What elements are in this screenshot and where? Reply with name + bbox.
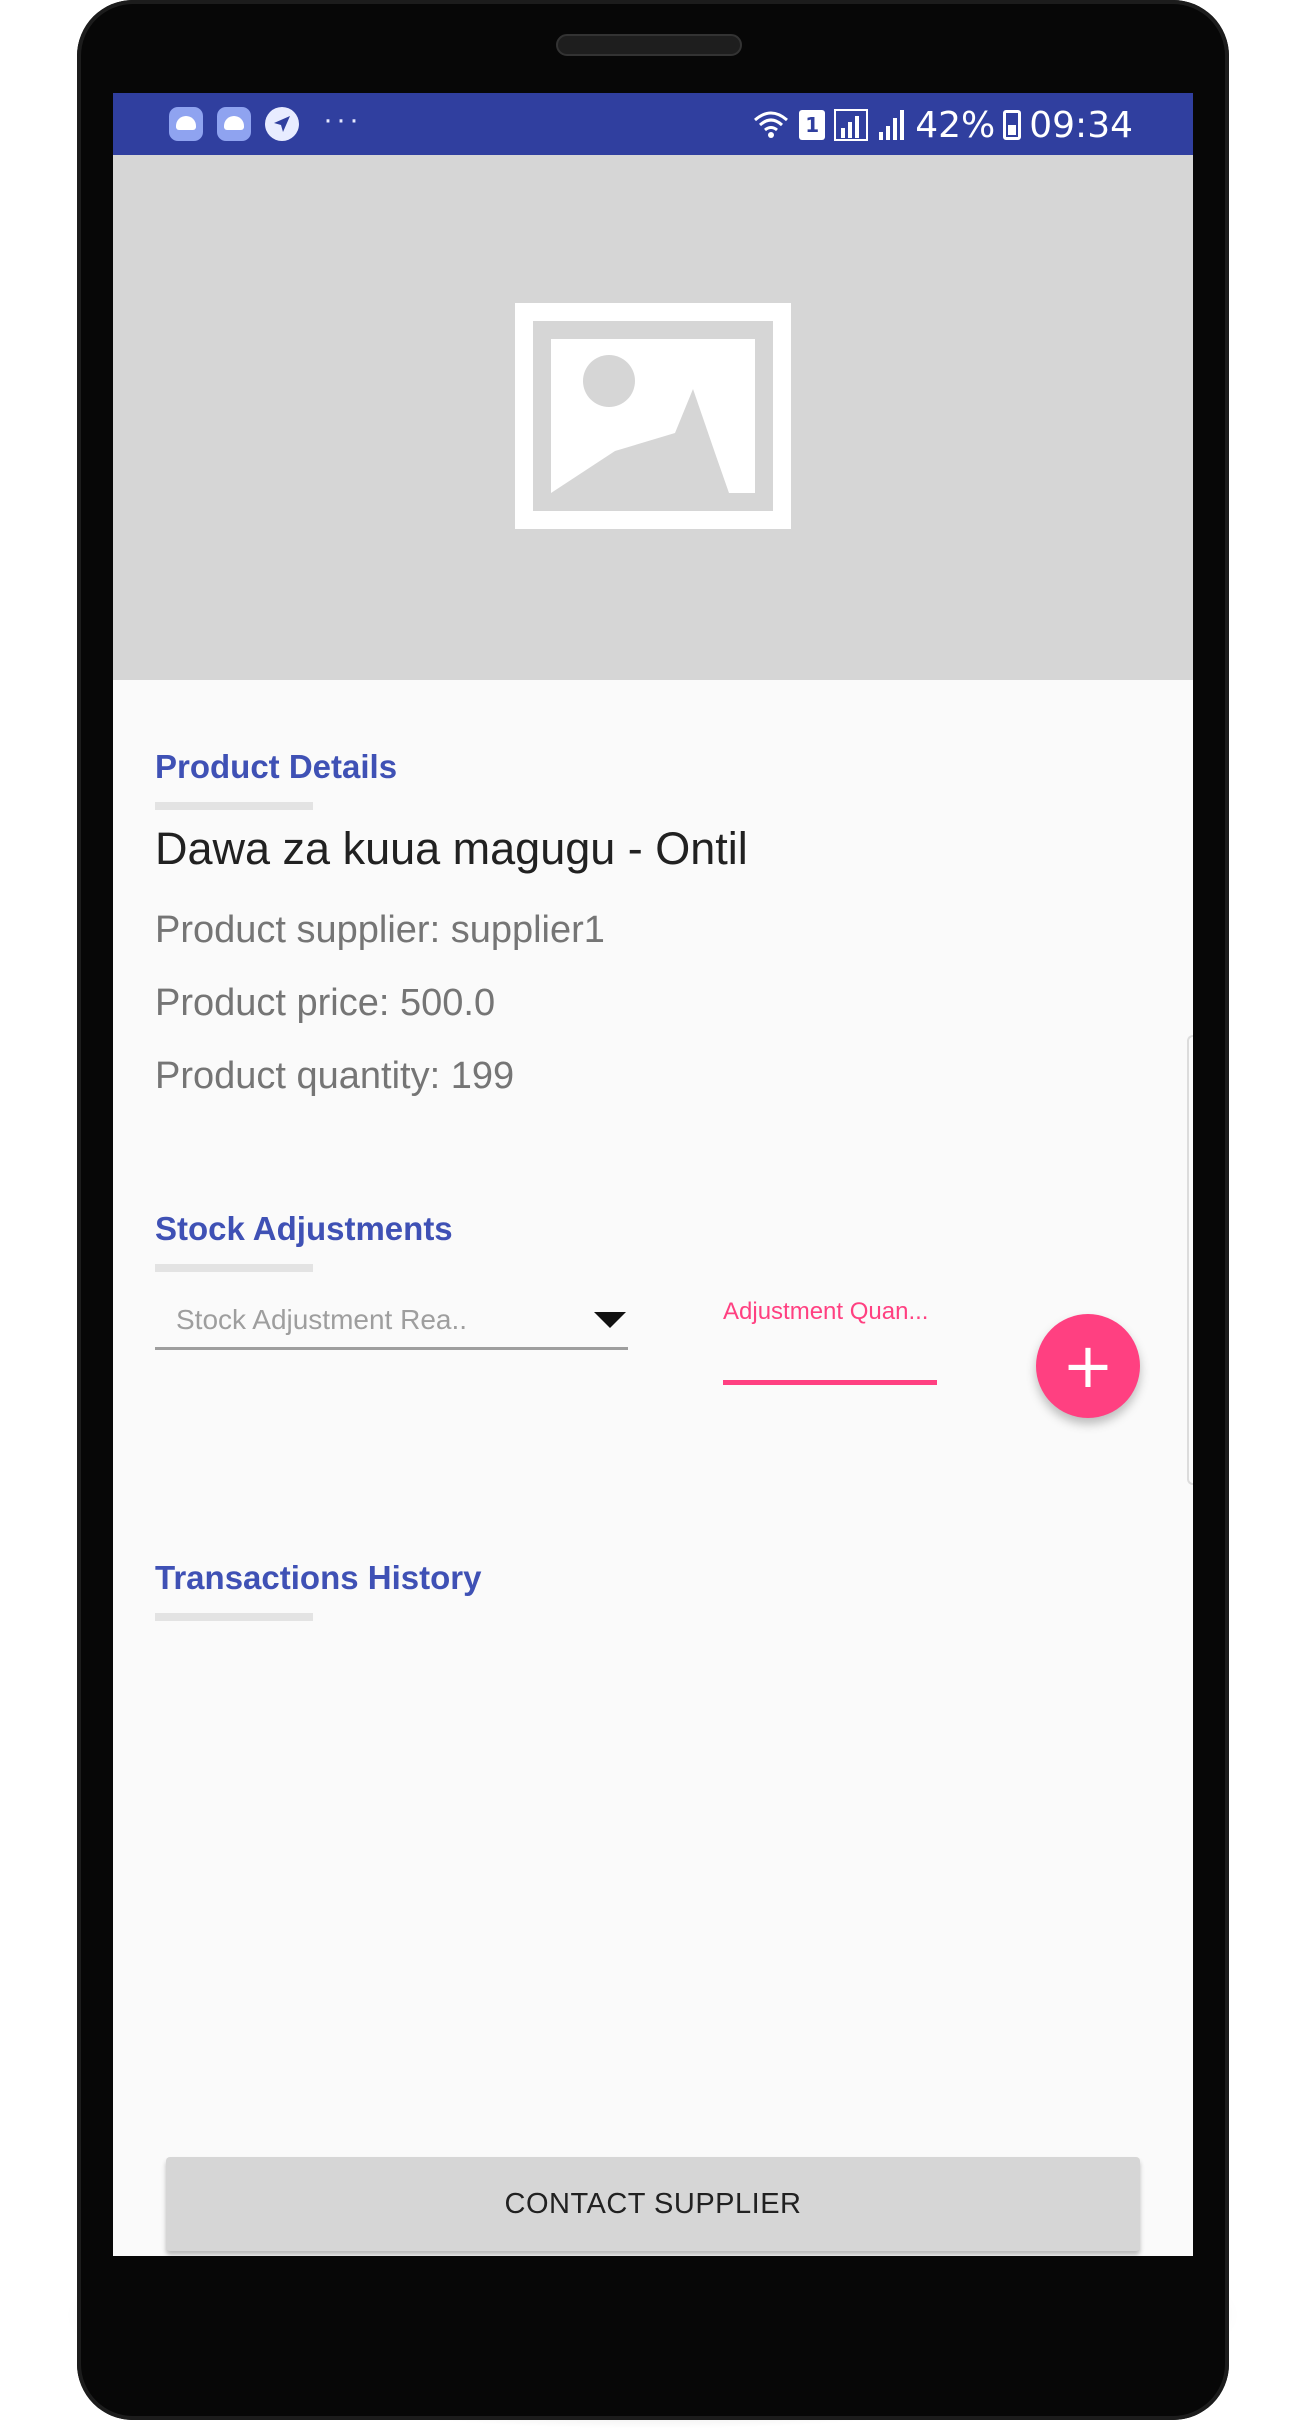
status-right: 1 42% 09:34	[751, 104, 1133, 146]
battery-icon	[1003, 110, 1022, 140]
android-notification-icon	[217, 107, 251, 141]
signal-icon	[879, 110, 905, 140]
product-quantity: Product quantity: 199	[155, 1055, 515, 1097]
more-dots-icon: ···	[323, 103, 362, 136]
navigation-icon	[265, 107, 299, 141]
stock-adjustments-divider	[155, 1264, 313, 1272]
adjustment-quantity-input[interactable]	[723, 1335, 937, 1385]
stock-adjustments-title: Stock Adjustments	[155, 1210, 453, 1247]
add-adjustment-button[interactable]: +	[1036, 1314, 1140, 1418]
app-screen: ··· 1 42% 09:34 Product Details Dawa za …	[113, 93, 1193, 2256]
wifi-icon	[754, 111, 789, 138]
transactions-history-divider	[155, 1613, 313, 1621]
transactions-history-title: Transactions History	[155, 1559, 482, 1596]
product-details-title: Product Details	[155, 748, 398, 785]
product-supplier: Product supplier: supplier1	[155, 909, 605, 951]
android-notification-icon	[169, 107, 203, 141]
adjustment-quantity-label: Adjustment Quan...	[723, 1298, 929, 1325]
transactions-list	[155, 1638, 1151, 2118]
sim-icon: 1	[799, 110, 826, 140]
image-placeholder-icon	[515, 303, 791, 529]
adjustment-reason-placeholder: Stock Adjustment Rea..	[176, 1304, 468, 1335]
product-details-divider	[155, 802, 313, 810]
status-bar: ··· 1 42% 09:34	[113, 93, 1193, 155]
battery-percent: 42%	[915, 104, 996, 146]
adjustment-reason-spinner[interactable]: Stock Adjustment Rea..	[155, 1290, 628, 1350]
product-name: Dawa za kuua magugu - Ontil	[155, 823, 748, 874]
phone-frame: ··· 1 42% 09:34 Product Details Dawa za …	[77, 0, 1229, 2420]
earpiece-speaker	[556, 34, 742, 56]
scroll-edge-indicator	[1187, 1035, 1193, 1485]
status-time: 09:34	[1029, 104, 1133, 146]
product-price: Product price: 500.0	[155, 982, 496, 1024]
product-image	[113, 155, 1193, 680]
dropdown-arrow-icon	[594, 1312, 626, 1328]
signal-icon	[834, 109, 869, 141]
contact-supplier-button[interactable]: CONTACT SUPPLIER	[166, 2157, 1140, 2251]
